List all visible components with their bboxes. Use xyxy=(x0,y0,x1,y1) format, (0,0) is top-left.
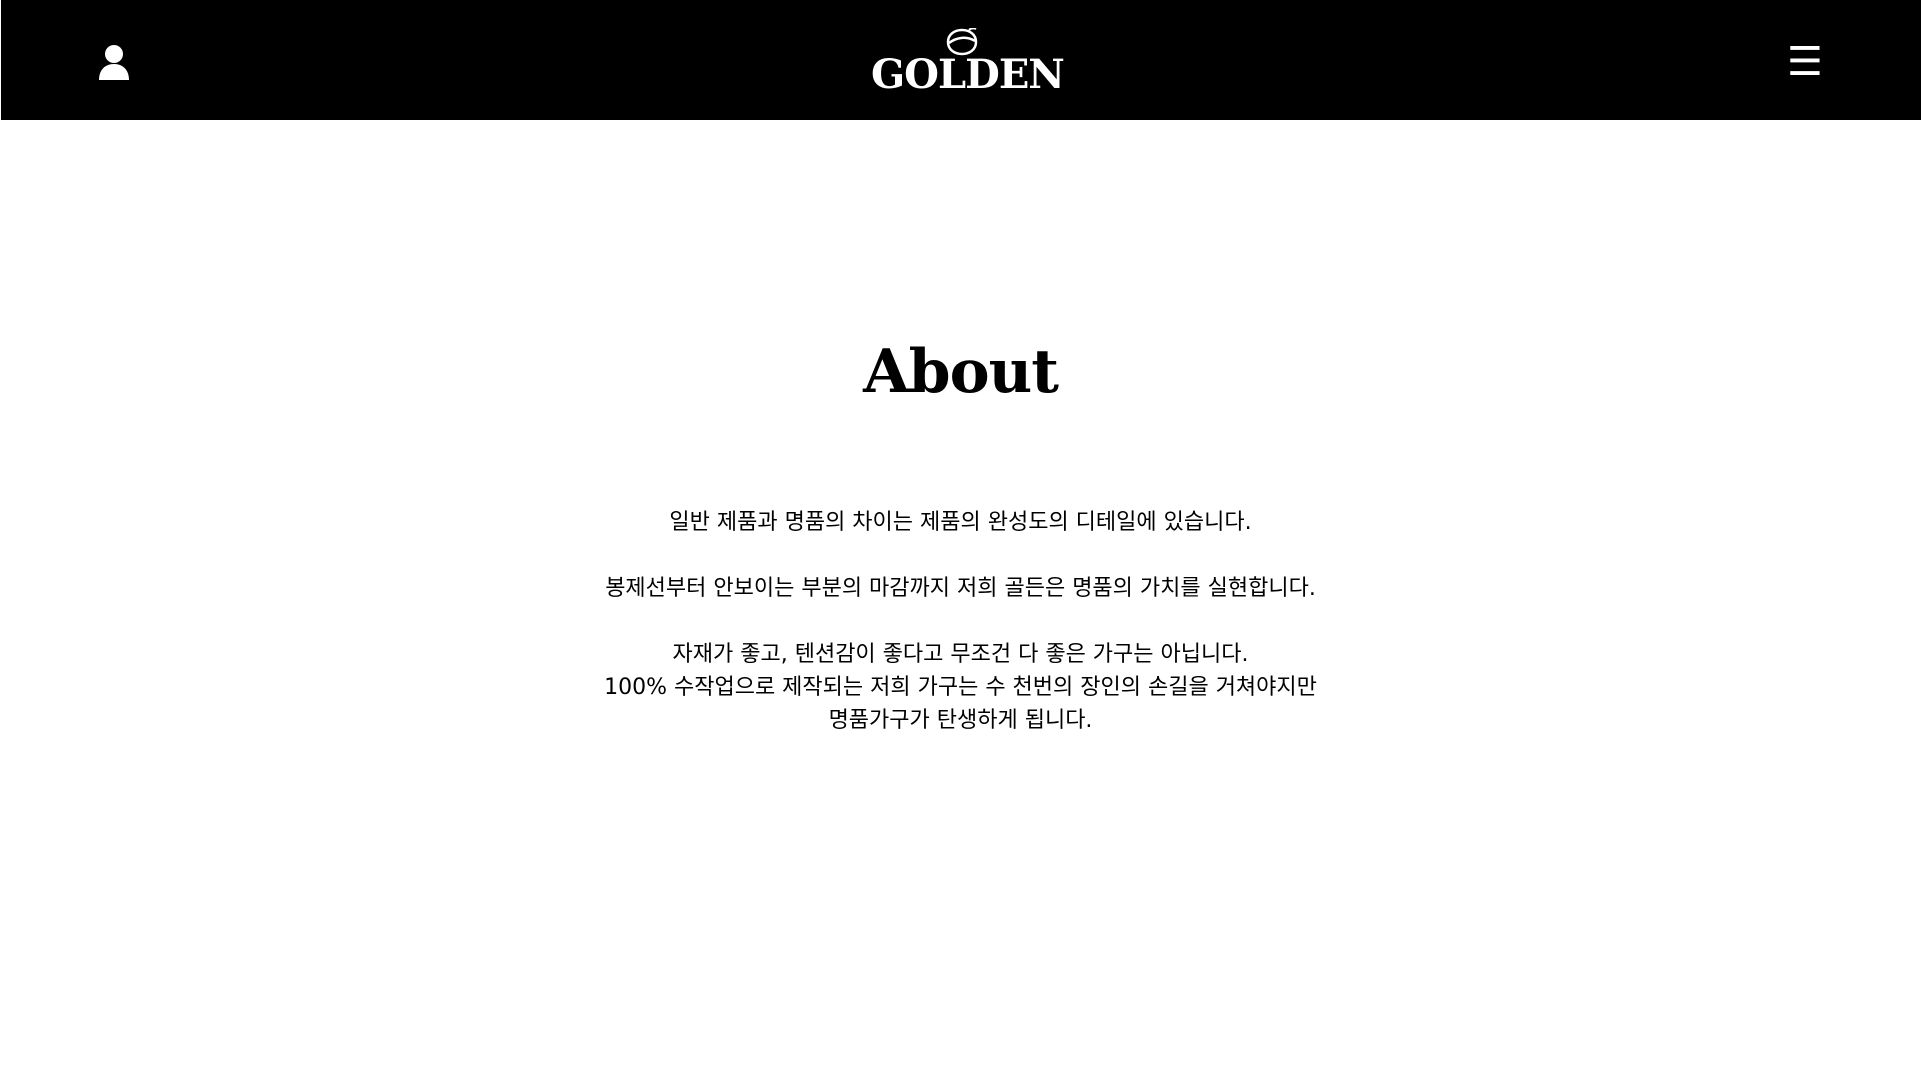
logo-text: GOLDEN xyxy=(871,51,1065,98)
page-title: About xyxy=(863,337,1059,407)
about-paragraph: 봉제선부터 안보이는 부분의 마감까지 저희 골든은 명품의 가치를 실현합니다… xyxy=(605,576,1316,601)
about-paragraph: 명품가구가 탄생하게 됩니다. xyxy=(828,708,1093,733)
about-text: 일반 제품과 명품의 차이는 제품의 완성도의 디테일에 있습니다. 봉제선부터… xyxy=(0,506,1921,737)
user-account-button[interactable] xyxy=(97,44,131,82)
about-paragraph: 일반 제품과 명품의 차이는 제품의 완성도의 디테일에 있습니다. xyxy=(669,510,1252,535)
user-icon xyxy=(99,45,129,80)
page: GOLDEN ☰ About 일반 제품과 명품의 차이는 제품의 완성도의 디… xyxy=(0,0,1921,1080)
hamburger-menu-icon: ☰ xyxy=(1787,39,1823,85)
hamburger-menu-button[interactable]: ☰ xyxy=(1787,42,1823,82)
site-header: GOLDEN ☰ xyxy=(1,0,1921,120)
about-paragraph: 100% 수작업으로 제작되는 저희 가구는 수 천번의 장인의 손길을 거쳐야… xyxy=(604,675,1317,700)
golden-logo[interactable]: GOLDEN xyxy=(871,22,1065,98)
about-paragraph: 자재가 좋고, 텐션감이 좋다고 무조건 다 좋은 가구는 아닙니다. xyxy=(672,642,1249,667)
